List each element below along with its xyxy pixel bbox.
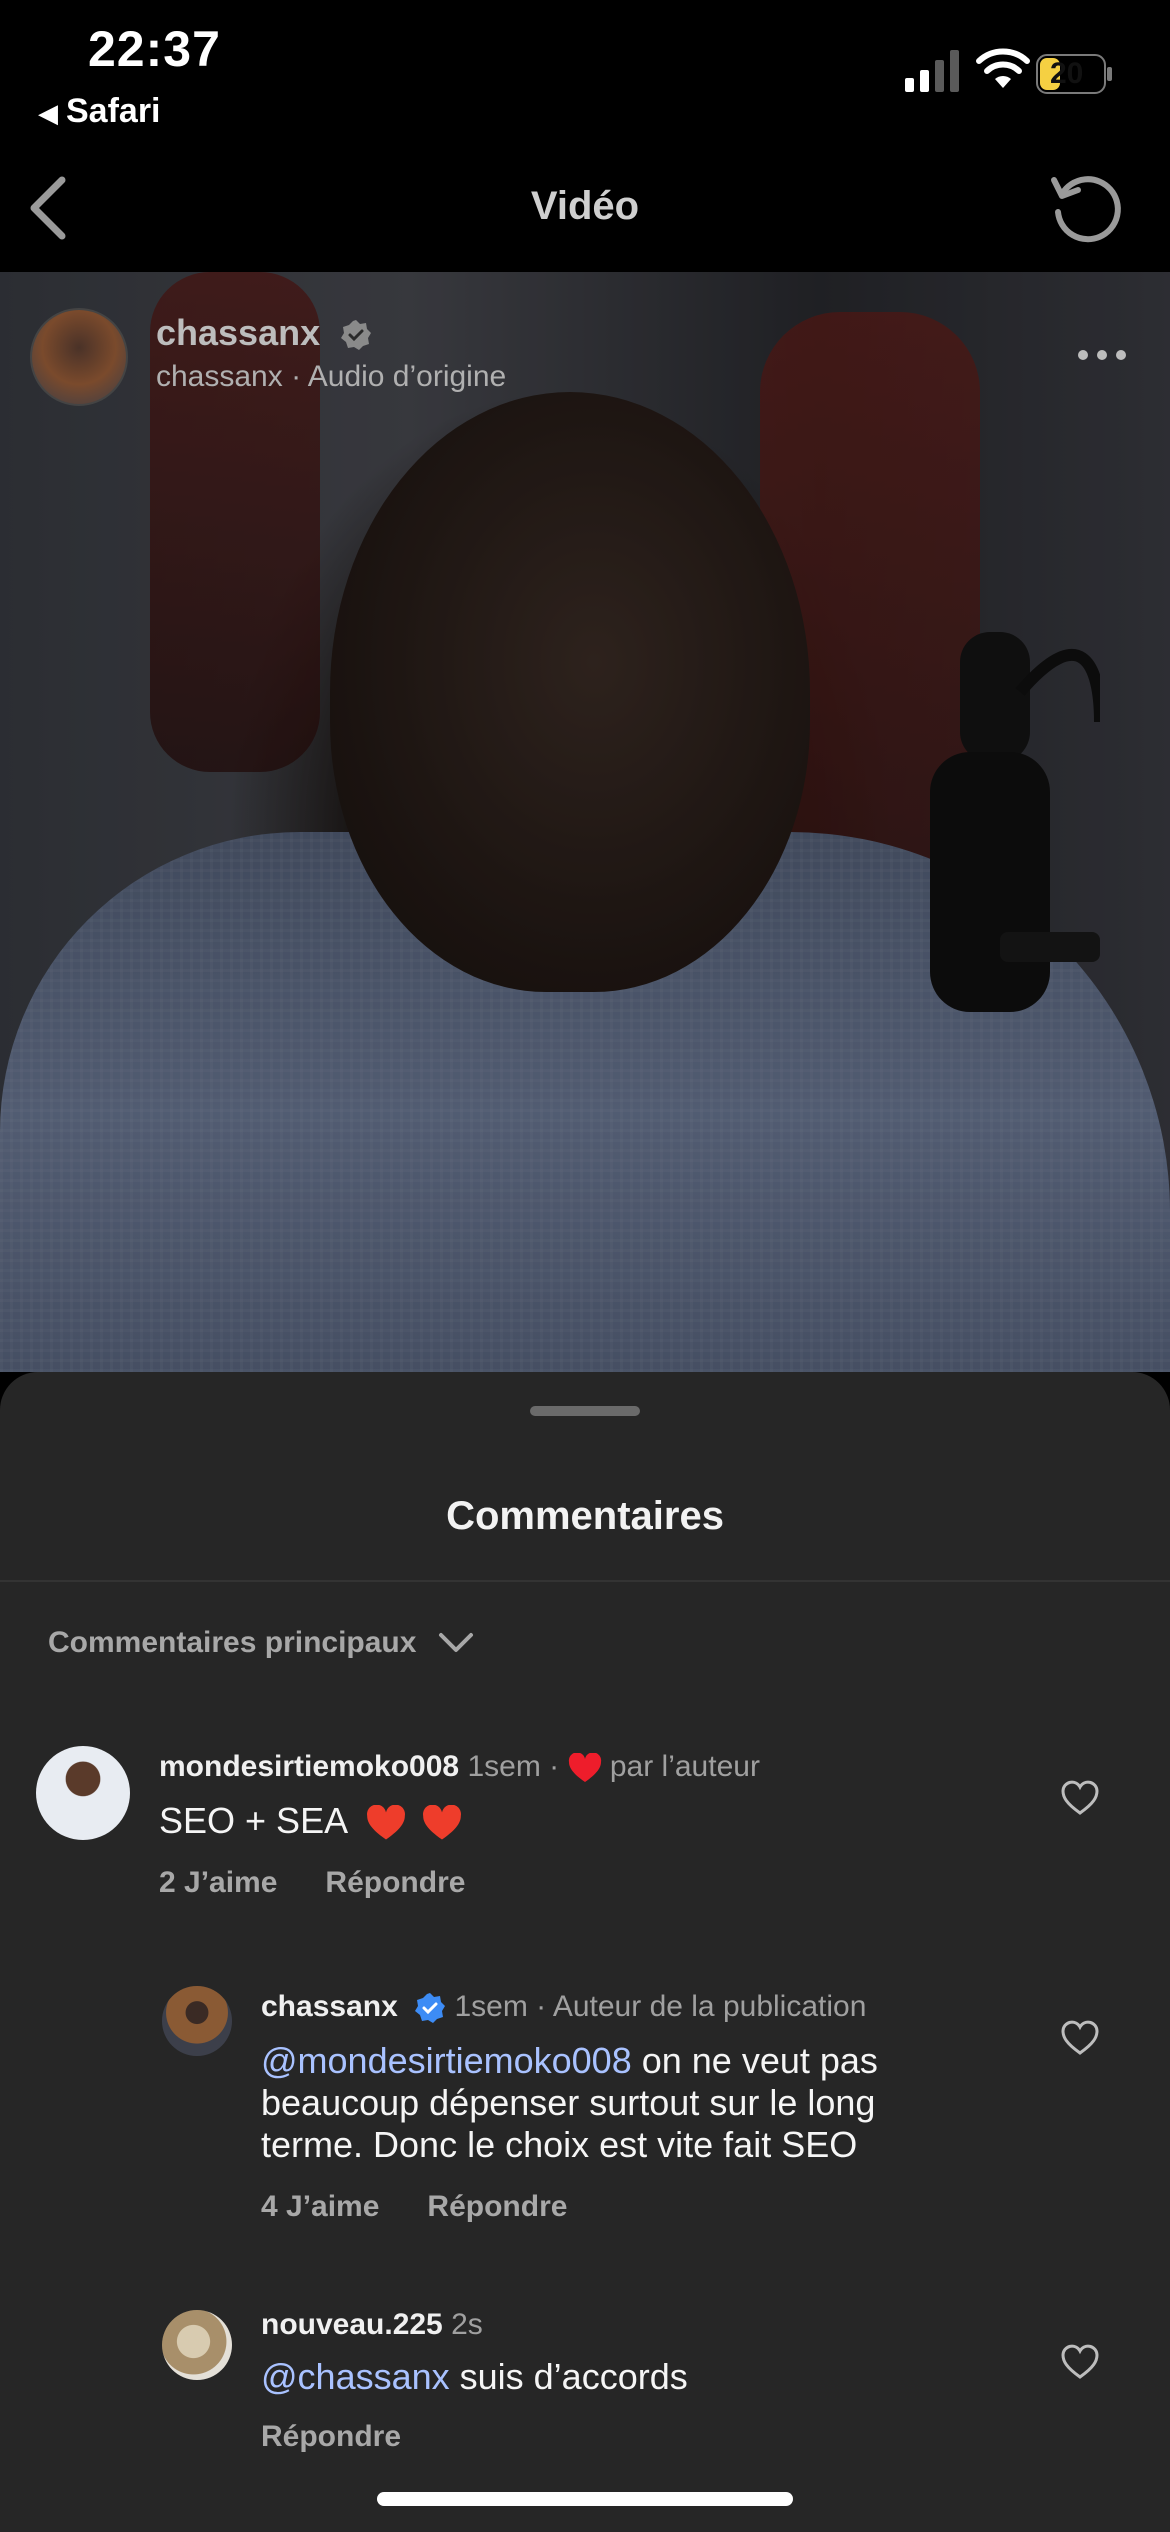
cellular-signal-icon (905, 50, 959, 92)
reply-button[interactable]: Répondre (325, 1866, 465, 1899)
video-author-username: chassanx (156, 312, 321, 353)
status-bar: 22:37 ◀ Safari 20 (0, 0, 1170, 140)
mention-link[interactable]: @mondesirtiemoko008 (261, 2040, 632, 2081)
battery-indicator: 20 (1036, 54, 1114, 94)
divider (0, 1580, 1170, 1582)
refresh-icon[interactable] (1048, 170, 1122, 244)
more-icon[interactable] (1076, 348, 1128, 362)
chevron-down-icon (439, 1633, 474, 1652)
meta-separator: · (536, 1990, 547, 2023)
page-title: Vidéo (530, 184, 640, 228)
battery-level: 20 (1050, 57, 1084, 90)
sort-dropdown[interactable]: Commentaires principaux (48, 1626, 474, 1660)
verified-icon (415, 1993, 446, 2024)
red-heart-emoji-icon (367, 1805, 406, 1840)
avatar[interactable] (162, 2310, 232, 2380)
comment-text-line: beaucoup dépenser surtout sur le long (261, 2082, 876, 2123)
comment-text-line: terme. Donc le choix est vite fait SEO (261, 2124, 858, 2165)
comment-text: @mondesirtiemoko008 on ne veut pas beauc… (261, 2040, 1021, 2166)
comment-actions: Répondre (261, 2420, 401, 2454)
home-indicator[interactable] (377, 2492, 793, 2506)
verified-icon (341, 320, 372, 351)
comment-text-content: SEO + SEA (159, 1800, 347, 1841)
author-heart-icon (568, 1753, 601, 1783)
red-heart-emoji-icon (423, 1805, 462, 1840)
video-author-avatar[interactable] (30, 308, 128, 406)
heart-icon[interactable] (1060, 2020, 1100, 2056)
back-to-app-link[interactable]: ◀ Safari (38, 92, 161, 131)
sort-label: Commentaires principaux (48, 1626, 417, 1659)
heart-icon[interactable] (1060, 1780, 1100, 1816)
comment-meta: nouveau.225 2s (261, 2308, 483, 2342)
comment-text-content: suis d’accords (449, 2356, 688, 2397)
video-player[interactable]: chassanx chassanx · Audio d’origine (0, 272, 1170, 1372)
meta-separator: · (549, 1750, 560, 1783)
sheet-grabber[interactable] (530, 1406, 640, 1416)
wifi-icon (976, 48, 1030, 88)
author-like-badge: par l’auteur (609, 1750, 760, 1783)
avatar[interactable] (36, 1746, 130, 1840)
comment-actions: 4 J’aime Répondre (261, 2190, 567, 2224)
avatar[interactable] (162, 1986, 232, 2056)
back-app-label: Safari (66, 92, 161, 130)
comment-time: 1sem (454, 1990, 528, 2023)
back-triangle-icon: ◀ (38, 98, 58, 128)
comment-text-line: on ne veut pas (631, 2040, 878, 2081)
status-time: 22:37 (88, 21, 221, 77)
comment-username[interactable]: mondesirtiemoko008 (159, 1750, 459, 1783)
reply-button[interactable]: Répondre (427, 2190, 567, 2223)
comment-meta: mondesirtiemoko008 1sem · par l’auteur (159, 1750, 760, 1784)
heart-icon[interactable] (1060, 2344, 1100, 2380)
comment-actions: 2 J’aime Répondre (159, 1866, 465, 1900)
comment-text: SEO + SEA (159, 1800, 462, 1842)
comment-text: @chassanx suis d’accords (261, 2356, 688, 2398)
mention-link[interactable]: @chassanx (261, 2356, 450, 2397)
sheet-title: Commentaires (446, 1494, 724, 1538)
reply-button[interactable]: Répondre (261, 2420, 401, 2453)
comment-time: 2s (451, 2308, 483, 2341)
video-author-name[interactable]: chassanx (156, 312, 372, 354)
audio-source-link[interactable]: chassanx · Audio d’origine (156, 360, 506, 394)
comment-username[interactable]: chassanx (261, 1990, 398, 2023)
comments-sheet: Commentaires Commentaires principaux mon… (0, 1372, 1170, 2532)
comment-time: 1sem (467, 1750, 541, 1783)
likes-count-button[interactable]: 2 J’aime (159, 1866, 277, 1899)
comment-username[interactable]: nouveau.225 (261, 2308, 443, 2341)
author-badge: Auteur de la publication (552, 1990, 867, 2023)
likes-count-button[interactable]: 4 J’aime (261, 2190, 379, 2223)
video-dim-overlay (0, 272, 1170, 1372)
comment-meta: chassanx 1sem · Auteur de la publication (261, 1990, 866, 2024)
